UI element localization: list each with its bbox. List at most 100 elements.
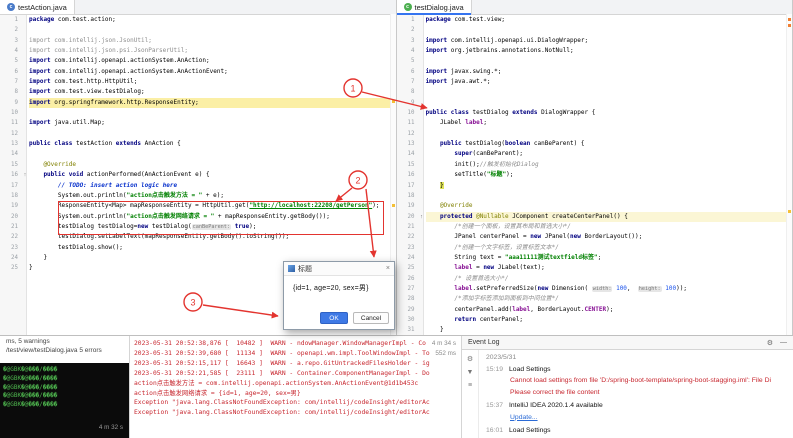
code-line[interactable]: 23 testDialog.show(); xyxy=(0,243,396,253)
code-line[interactable]: 24 String text = "aaa11111测试textfield标签"… xyxy=(397,253,793,263)
gutter-line-number[interactable]: 23 xyxy=(397,243,418,253)
gutter-line-number[interactable]: 11 xyxy=(397,118,418,128)
gutter-line-number[interactable]: 17 xyxy=(0,181,21,191)
tab-testdialog[interactable]: c testDialog.java xyxy=(396,0,472,15)
code-line[interactable]: 8 import com.test.view.testDialog; xyxy=(0,87,396,97)
code-line[interactable]: 26 /* 设置首选大小*/ xyxy=(397,274,793,284)
hide-icon[interactable]: — xyxy=(780,339,787,347)
gutter-line-number[interactable]: 14 xyxy=(0,149,21,159)
code-line[interactable]: 13 public testDialog(boolean canBeParent… xyxy=(397,139,793,149)
code-line[interactable]: 31 } xyxy=(397,325,793,335)
code-line[interactable]: 15 init();//触发初始化Dialog xyxy=(397,160,793,170)
gutter-line-number[interactable]: 8 xyxy=(397,87,418,97)
code-line[interactable]: 18 System.out.println("action点击触发方法 = " … xyxy=(0,191,396,201)
code-line[interactable]: 12 xyxy=(0,129,396,139)
gutter-line-number[interactable]: 8 xyxy=(0,87,21,97)
stripe-mark[interactable] xyxy=(391,100,395,103)
gutter-line-number[interactable]: 2 xyxy=(397,25,418,35)
gutter-line-number[interactable]: 18 xyxy=(397,191,418,201)
gutter-line-number[interactable]: 12 xyxy=(397,129,418,139)
code-line[interactable]: 8 xyxy=(397,87,793,97)
list-icon[interactable]: ≡ xyxy=(468,382,472,389)
code-line[interactable]: 14 xyxy=(0,149,396,159)
code-line[interactable]: 29 centerPanel.add(label, BorderLayout.C… xyxy=(397,305,793,315)
code-line[interactable]: 6 import com.intellij.openapi.actionSyste… xyxy=(0,67,396,77)
code-line[interactable]: 13 public class testAction extends AnActi… xyxy=(0,139,396,149)
gutter-line-number[interactable]: 26 xyxy=(397,274,418,284)
gutter-line-number[interactable]: 4 xyxy=(0,46,21,56)
gutter-line-number[interactable]: 20 xyxy=(0,212,21,222)
code-line[interactable]: 5 import com.intellij.openapi.actionSyste… xyxy=(0,56,396,66)
gutter-line-number[interactable]: 9 xyxy=(397,98,418,108)
code-line[interactable]: 21 /*创建一个面板，设置其布局和首选大小*/ xyxy=(397,222,793,232)
gutter-line-number[interactable]: 22 xyxy=(0,232,21,242)
code-line[interactable]: 11 import java.util.Map; xyxy=(0,118,396,128)
code-line[interactable]: 10 xyxy=(0,108,396,118)
gutter-line-number[interactable]: 18 xyxy=(0,191,21,201)
code-line[interactable]: 23 /*创建一个文字标签，设置标签文本*/ xyxy=(397,243,793,253)
code-line[interactable]: 27 label.setPreferredSize(new Dimension(… xyxy=(397,284,793,294)
gutter-line-number[interactable]: 13 xyxy=(0,139,21,149)
gutter-line-number[interactable]: 31 xyxy=(397,325,418,335)
build-warnings-row[interactable]: ms, 5 warnings xyxy=(0,336,129,345)
stripe-mark[interactable] xyxy=(788,210,791,213)
gutter-line-number[interactable]: 2 xyxy=(0,25,21,35)
build-errors-row[interactable]: /test/view/testDialog.java 5 errors xyxy=(0,345,129,354)
code-line[interactable]: 16 ↑ public void actionPerformed(AnAction… xyxy=(0,170,396,180)
code-line[interactable]: 17 // TODO: insert action logic here xyxy=(0,181,396,191)
code-line[interactable]: 2 xyxy=(397,25,793,35)
update-link[interactable]: Update... xyxy=(486,413,786,423)
gutter-line-number[interactable]: 17 xyxy=(397,181,418,191)
code-line[interactable]: 28 /*添加字标签添加到面板到中间位置*/ xyxy=(397,294,793,304)
gutter-line-number[interactable]: 25 xyxy=(0,263,21,273)
gutter-line-number[interactable]: 9 xyxy=(0,98,21,108)
code-line[interactable]: 18 xyxy=(397,191,793,201)
gutter-line-number[interactable]: 19 xyxy=(0,201,21,211)
gutter-line-number[interactable]: 23 xyxy=(0,243,21,253)
gutter-line-number[interactable]: 24 xyxy=(0,253,21,263)
filter-icon[interactable]: ▼ xyxy=(467,369,474,376)
gutter-line-number[interactable]: 12 xyxy=(0,129,21,139)
gutter-line-number[interactable]: 4 xyxy=(397,46,418,56)
gutter-line-number[interactable]: 1 xyxy=(0,15,21,25)
gutter-line-number[interactable]: 15 xyxy=(0,160,21,170)
gutter-line-number[interactable]: 21 xyxy=(397,222,418,232)
event-log-entry[interactable]: 16:01 Load Settings xyxy=(486,426,786,436)
gutter-line-number[interactable]: 30 xyxy=(397,315,418,325)
gutter-line-number[interactable]: 10 xyxy=(0,108,21,118)
code-line[interactable]: 1 package com.test.action; xyxy=(0,15,396,25)
code-line[interactable]: 3 import com.intellij.json.JsonUtil; xyxy=(0,36,396,46)
code-line[interactable]: 6 import javax.swing.*; xyxy=(397,67,793,77)
code-line[interactable]: 20 ↑ protected @Nullable JComponent creat… xyxy=(397,211,792,222)
gutter-line-number[interactable]: 6 xyxy=(0,67,21,77)
code-line[interactable]: 2 xyxy=(0,25,396,35)
tab-testaction[interactable]: c testAction.java xyxy=(0,0,75,14)
gear-icon[interactable]: ⚙ xyxy=(767,339,773,347)
code-line[interactable]: 3 import com.intellij.openapi.ui.DialogWr… xyxy=(397,36,793,46)
settings-icon[interactable]: ⚙ xyxy=(467,355,473,363)
code-line[interactable]: 25 label = new JLabel(text); xyxy=(397,263,793,273)
event-log-entry[interactable]: 15:19 Load Settings Cannot load settings f… xyxy=(486,365,786,398)
code-line[interactable]: 14 super(canBeParent); xyxy=(397,149,793,159)
stripe-mark[interactable] xyxy=(391,204,395,207)
code-line[interactable]: 17 } xyxy=(397,181,793,191)
gutter-line-number[interactable]: 16 xyxy=(0,170,21,180)
stripe-mark[interactable] xyxy=(788,24,791,27)
gutter-line-number[interactable]: 5 xyxy=(397,56,418,66)
code-line[interactable]: 7 import com.test.http.HttpUtil; xyxy=(0,77,396,87)
code-line[interactable]: 5 xyxy=(397,56,793,66)
code-line[interactable]: 15 @Override xyxy=(0,160,396,170)
code-line[interactable]: 9 xyxy=(397,98,793,108)
event-log-entry[interactable]: 15:37 IntelliJ IDEA 2020.1.4 available Upd… xyxy=(486,401,786,422)
code-line[interactable]: 30 return centerPanel; xyxy=(397,315,793,325)
gutter-line-number[interactable]: 27 xyxy=(397,284,418,294)
cancel-button[interactable]: Cancel xyxy=(353,312,389,324)
stripe-mark[interactable] xyxy=(788,18,791,21)
gutter-line-number[interactable]: 29 xyxy=(397,305,418,315)
gutter-line-number[interactable]: 16 xyxy=(397,170,418,180)
right-error-stripe[interactable] xyxy=(786,14,792,335)
gutter-line-number[interactable]: 20 xyxy=(397,212,418,222)
code-line[interactable]: 19 @Override xyxy=(397,201,793,211)
code-line[interactable]: 12 xyxy=(397,129,793,139)
gutter-line-number[interactable]: 28 xyxy=(397,294,418,304)
